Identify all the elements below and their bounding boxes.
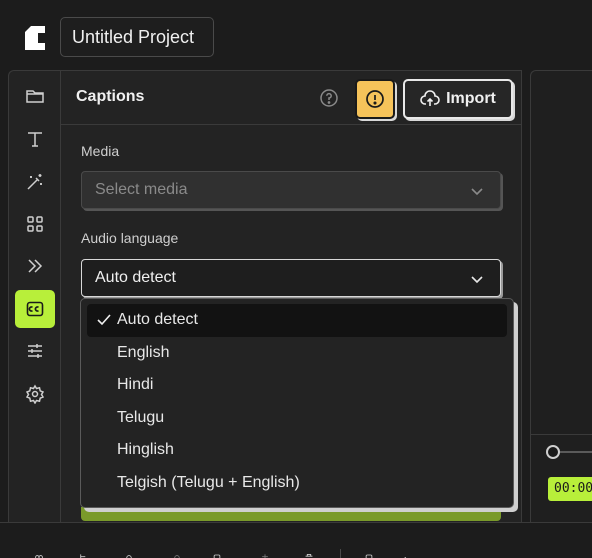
- import-button[interactable]: Import: [403, 79, 513, 119]
- delete-icon[interactable]: [302, 551, 316, 558]
- app-logo-icon[interactable]: [21, 24, 49, 52]
- audio-language-select[interactable]: Auto detect: [81, 259, 501, 297]
- captions-icon: [26, 301, 44, 317]
- adjustments-icon: [28, 344, 42, 358]
- more-icon[interactable]: [400, 551, 414, 558]
- sidebar-item-elements[interactable]: [15, 205, 55, 243]
- language-option-telgish[interactable]: Telgish (Telugu + English): [87, 467, 507, 500]
- check-icon: [97, 314, 111, 326]
- top-bar: Untitled Project: [0, 0, 592, 70]
- audio-language-label: Audio language: [81, 230, 179, 246]
- project-title-field[interactable]: Untitled Project: [60, 17, 214, 57]
- zoom-icon[interactable]: [362, 551, 376, 558]
- folder-icon: [26, 90, 44, 103]
- language-option-telugu[interactable]: Telugu: [87, 402, 507, 435]
- sidebar-item-adjust[interactable]: [15, 332, 55, 370]
- sidebar-item-magic[interactable]: [15, 163, 55, 201]
- panel-title: Captions: [76, 88, 145, 105]
- audio-language-value: Auto detect: [95, 269, 176, 286]
- sidebar-item-captions[interactable]: [15, 290, 55, 328]
- media-label: Media: [81, 143, 120, 159]
- language-option-hindi[interactable]: Hindi: [87, 369, 507, 402]
- split-icon[interactable]: [32, 551, 46, 558]
- timeline-divider: [530, 434, 592, 435]
- timecode-badge: 00:00: [548, 477, 592, 501]
- timeline-track[interactable]: [556, 451, 592, 453]
- speed-icon[interactable]: [170, 551, 184, 558]
- chevron-down-icon: [471, 188, 483, 196]
- bottom-toolbar: [0, 522, 592, 558]
- playhead-handle[interactable]: [546, 445, 560, 459]
- generate-button-edge[interactable]: [81, 507, 501, 521]
- audio-language-dropdown: Auto detect English Hindi Telugu Hinglis…: [80, 298, 514, 508]
- cloud-upload-icon: [420, 90, 440, 106]
- trim-icon[interactable]: [76, 551, 90, 558]
- media-select[interactable]: Select media: [81, 171, 501, 209]
- sidebar: [8, 70, 60, 522]
- transitions-icon: [28, 259, 43, 273]
- warning-button[interactable]: [355, 79, 395, 119]
- help-icon[interactable]: [319, 88, 339, 108]
- settings-icon: [25, 384, 45, 404]
- alert-icon: [366, 90, 384, 108]
- sidebar-item-transitions[interactable]: [15, 247, 55, 285]
- preview-area: [530, 70, 592, 522]
- language-option-hinglish[interactable]: Hinglish: [87, 434, 507, 467]
- grid-icon: [27, 216, 43, 232]
- crop-icon[interactable]: [122, 551, 136, 558]
- magic-wand-icon: [27, 174, 42, 190]
- media-select-placeholder: Select media: [95, 181, 188, 198]
- toolbar-divider: [340, 549, 341, 558]
- sidebar-item-media[interactable]: [15, 77, 55, 115]
- import-label: Import: [446, 90, 496, 107]
- text-icon: [28, 132, 42, 147]
- copy-icon[interactable]: [210, 551, 224, 558]
- effects-icon[interactable]: [258, 551, 272, 558]
- language-option-english[interactable]: English: [87, 337, 507, 370]
- sidebar-item-settings[interactable]: [15, 375, 55, 413]
- sidebar-item-text[interactable]: [15, 120, 55, 158]
- panel-header: Captions Import: [61, 71, 521, 125]
- language-option-auto-detect[interactable]: Auto detect: [87, 304, 507, 337]
- chevron-down-icon: [471, 276, 483, 284]
